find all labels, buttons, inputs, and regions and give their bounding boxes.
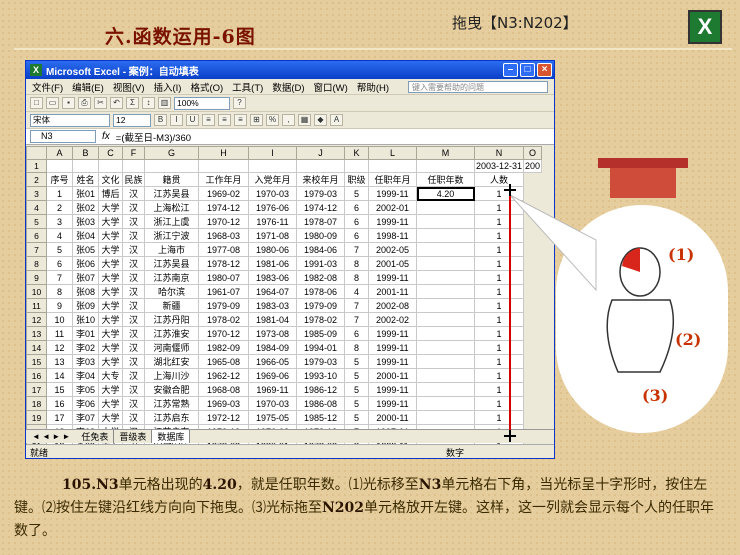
slide-background: 六.函数运用-6图 拖曳【N3:N202】 X X Microsoft Exce… bbox=[0, 0, 740, 555]
description-segment: N3 bbox=[96, 477, 119, 493]
description-segment: ，就是任职年数。⑴光标移至 bbox=[236, 477, 419, 493]
drag-overlay bbox=[504, 184, 675, 442]
step-3-label: (3) bbox=[642, 386, 669, 405]
description-segment: 105. bbox=[62, 477, 97, 493]
description-segment: N202 bbox=[322, 500, 365, 516]
description-segment: N3 bbox=[418, 477, 442, 493]
description-segment: 单元格出现的 bbox=[118, 477, 203, 493]
description-segment: 4.20 bbox=[202, 477, 237, 493]
step-1-label: (1) bbox=[668, 245, 695, 264]
mouse-hand-icon bbox=[606, 247, 675, 373]
step-2-label: (2) bbox=[675, 330, 702, 349]
description-text: 105.N3单元格出现的4.20，就是任职年数。⑴光标移至N3单元格右下角，当光… bbox=[14, 474, 726, 543]
